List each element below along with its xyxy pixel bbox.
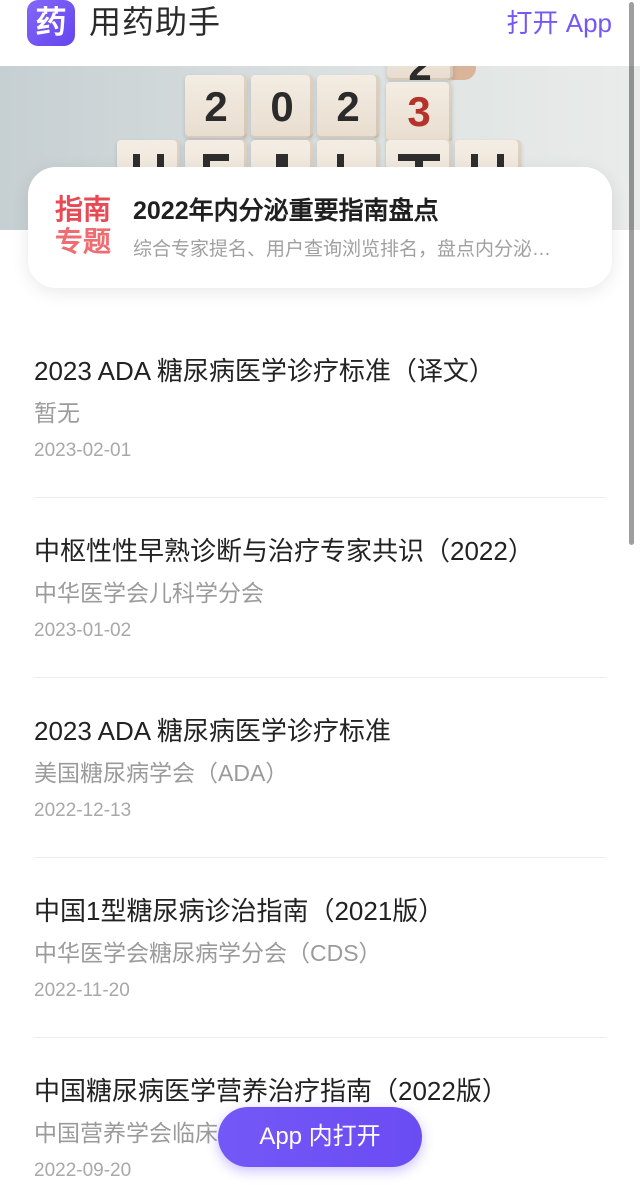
guideline-date: 2022-11-20: [34, 980, 130, 1001]
guideline-title: 2023 ADA 糖尿病医学诊疗标准（译文）: [34, 356, 495, 386]
guideline-publisher: 中华医学会糖尿病学分会（CDS）: [34, 940, 382, 966]
digit-block: 0: [251, 75, 313, 138]
guideline-publisher: 美国糖尿病学会（ADA）: [34, 760, 289, 786]
guideline-publisher: 中华医学会儿科学分会: [34, 580, 264, 606]
guideline-item[interactable]: 中国1型糖尿病诊治指南（2021版） 中华医学会糖尿病学分会（CDS） 2022…: [34, 858, 606, 1038]
guideline-title: 2023 ADA 糖尿病医学诊疗标准: [34, 716, 391, 746]
guideline-list: 2023 ADA 糖尿病医学诊疗标准（译文） 暂无 2023-02-01 中枢性…: [34, 318, 606, 1185]
guideline-item[interactable]: 2023 ADA 糖尿病医学诊疗标准（译文） 暂无 2023-02-01: [34, 318, 606, 498]
guideline-title: 中枢性性早熟诊断与治疗专家共识（2022）: [34, 536, 534, 566]
block-digit: 2: [336, 83, 360, 130]
guideline-date: 2022-09-20: [34, 1160, 132, 1181]
flip-digit: 2: [387, 66, 453, 80]
scrollbar[interactable]: [629, 2, 634, 545]
top-bar: 药 用药助手 打开 App: [0, 0, 640, 66]
featured-topic-card[interactable]: 指南 专题 2022年内分泌重要指南盘点 综合专家提名、用户查询浏览排名，盘点内…: [28, 167, 612, 288]
logo-glyph: 药: [35, 5, 67, 40]
guideline-date: 2022-12-13: [34, 800, 132, 821]
app-name: 用药助手: [89, 4, 222, 40]
open-in-app-button[interactable]: App 内打开: [218, 1107, 422, 1167]
block-digit: 2: [204, 83, 228, 130]
digit-block: 2: [317, 75, 379, 138]
featured-title: 2022年内分泌重要指南盘点: [133, 197, 439, 225]
featured-subtitle: 综合专家提名、用户查询浏览排名，盘点内分泌…: [133, 239, 552, 260]
topic-tag-line-2: 专题: [55, 226, 112, 257]
open-app-link[interactable]: 打开 App: [507, 5, 613, 41]
guideline-publisher: 中国营养学会临床: [34, 1120, 218, 1146]
digit-block: 2: [185, 75, 247, 138]
topic-tag-line-1: 指南: [55, 194, 112, 225]
guideline-title: 中国糖尿病医学营养治疗指南（2022版）: [34, 1076, 508, 1106]
guideline-item[interactable]: 中枢性性早熟诊断与治疗专家共识（2022） 中华医学会儿科学分会 2023-01…: [34, 498, 606, 678]
guideline-date: 2023-01-02: [34, 620, 132, 641]
digit-block: 3: [386, 82, 452, 142]
guideline-publisher: 暂无: [34, 400, 80, 426]
topic-tag: 指南 专题: [55, 194, 115, 258]
guideline-item[interactable]: 2023 ADA 糖尿病医学诊疗标准 美国糖尿病学会（ADA） 2022-12-…: [34, 678, 606, 858]
block-digit-red: 3: [407, 88, 431, 135]
guideline-title: 中国1型糖尿病诊治指南（2021版）: [34, 896, 445, 926]
flip-block: 2: [387, 66, 453, 80]
app-logo-icon[interactable]: 药: [27, 0, 75, 46]
guideline-date: 2023-02-01: [34, 440, 132, 461]
page: 药 用药助手 打开 App 2 2 0 2 3: [0, 0, 640, 1185]
block-digit: 0: [270, 83, 294, 130]
